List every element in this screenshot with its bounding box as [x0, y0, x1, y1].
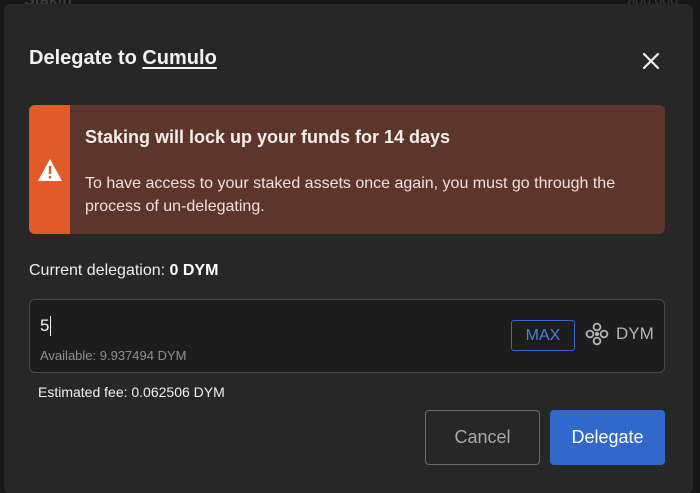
warning-triangle-icon [37, 158, 62, 181]
max-button[interactable]: MAX [511, 320, 575, 351]
token-selector: DYM [585, 322, 654, 346]
close-icon[interactable] [641, 51, 661, 71]
cancel-button[interactable]: Cancel [425, 410, 540, 465]
token-symbol: DYM [616, 324, 654, 343]
warning-title: Staking will lock up your funds for 14 d… [85, 127, 451, 147]
current-delegation-label: Current delegation: [29, 262, 170, 279]
estimated-fee: Estimated fee: 0.062506 DYM [38, 384, 225, 400]
delegate-button[interactable]: Delegate [550, 410, 665, 465]
dialog-title-prefix: Delegate to [29, 47, 143, 69]
dymension-token-icon [585, 322, 609, 346]
current-delegation-value: 0 DYM [169, 262, 219, 279]
available-balance: Available: 9.937494 DYM [40, 348, 187, 363]
lockup-warning-banner: Staking will lock up your funds for 14 d… [29, 105, 665, 234]
current-delegation: Current delegation: 0 DYM [29, 262, 218, 280]
text-caret [50, 316, 51, 336]
warning-body: To have access to your staked assets onc… [85, 175, 616, 215]
validator-link[interactable]: Cumulo [142, 47, 216, 69]
dialog-title: Delegate to Cumulo [29, 47, 217, 70]
warning-accent-bar [29, 105, 70, 234]
amount-input-box: Available: 9.937494 DYM MAX DYM [29, 299, 665, 373]
amount-input[interactable] [40, 313, 460, 339]
delegate-dialog: Delegate to Cumulo Staking will lock up … [4, 4, 693, 493]
